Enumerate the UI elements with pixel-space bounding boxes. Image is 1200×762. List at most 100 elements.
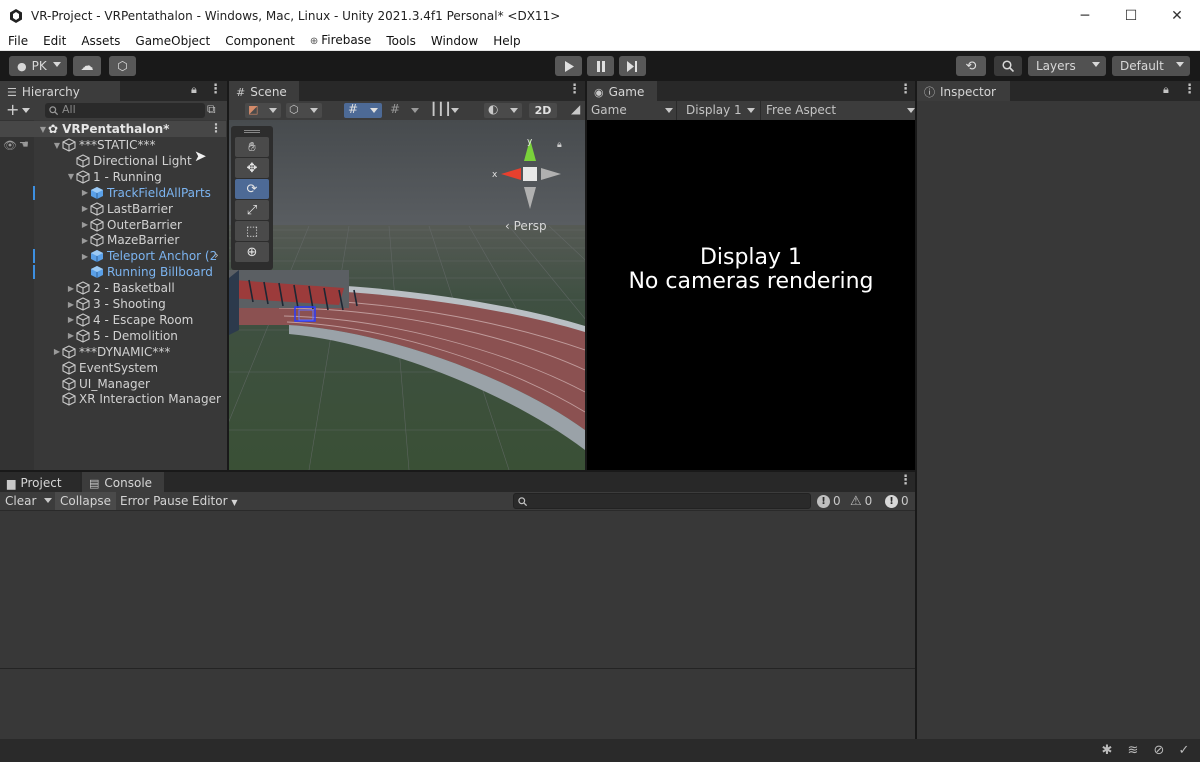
collapse-toggle[interactable]: Collapse xyxy=(55,492,116,510)
scene-menu-icon[interactable]: ⋮ xyxy=(210,121,222,135)
hierarchy-menu-icon[interactable]: ⋮ xyxy=(209,82,222,97)
fold-right-icon[interactable]: ▶ xyxy=(52,347,62,356)
auto-generate-lighting-icon[interactable]: ⊘ xyxy=(1151,743,1167,759)
prefab-open-arrow-icon[interactable]: › xyxy=(214,248,219,262)
error-pause-toggle[interactable]: Error Pause xyxy=(115,492,193,510)
layers-dropdown[interactable]: Layers xyxy=(1028,56,1106,76)
console-search-input[interactable] xyxy=(513,493,811,509)
pick-hand-icon[interactable]: ☚ xyxy=(19,138,29,151)
hierarchy-item[interactable]: ▶ OuterBarrier xyxy=(0,217,226,233)
display-dropdown[interactable]: Display 1 xyxy=(679,101,761,120)
console-menu-icon[interactable]: ⋮ xyxy=(899,473,912,488)
console-divider[interactable] xyxy=(0,668,915,669)
fold-down-icon[interactable]: ▼ xyxy=(38,125,48,134)
game-viewport[interactable]: Display 1 No cameras rendering xyxy=(587,120,915,470)
tab-inspector[interactable]: ⓘ Inspector xyxy=(917,81,1010,101)
hierarchy-item[interactable]: ▶ 4 - Escape Room xyxy=(0,312,226,328)
debug-bug-icon[interactable]: ✱ xyxy=(1099,743,1115,759)
hierarchy-item[interactable]: ▶ MazeBarrier xyxy=(0,232,226,248)
tab-game[interactable]: ◉ Game xyxy=(587,81,657,101)
menu-file[interactable]: File xyxy=(0,31,35,51)
menu-help[interactable]: Help xyxy=(485,31,527,51)
tab-hierarchy[interactable]: ☰ Hierarchy xyxy=(0,81,120,101)
add-dropdown-arrow-icon[interactable] xyxy=(22,108,30,113)
scene-row[interactable]: ▼ ✿ VRPentathalon* ⋮ xyxy=(0,121,226,137)
layout-dropdown[interactable]: Default xyxy=(1112,56,1190,76)
2d-mode-toggle[interactable]: 2D xyxy=(529,103,557,118)
fold-right-icon[interactable]: ▶ xyxy=(80,204,90,213)
fold-right-icon[interactable]: ▶ xyxy=(66,300,76,309)
add-icon[interactable]: + xyxy=(6,100,19,119)
pause-button[interactable] xyxy=(587,56,614,76)
fold-right-icon[interactable]: ▶ xyxy=(80,236,90,245)
search-button[interactable] xyxy=(994,56,1022,76)
cloud-button[interactable]: ☁ xyxy=(73,56,101,76)
hierarchy-item[interactable]: UI_Manager xyxy=(0,376,226,392)
menu-window[interactable]: Window xyxy=(423,31,485,51)
lock-icon[interactable]: 🔒︎ xyxy=(191,83,197,97)
hierarchy-item[interactable]: ▶ ***DYNAMIC*** xyxy=(0,344,226,360)
fold-right-icon[interactable]: ▶ xyxy=(80,220,90,229)
gizmo-lock-icon[interactable]: 🔒︎ xyxy=(557,140,562,150)
hand-tool-button[interactable]: ✋︎ xyxy=(235,137,269,157)
editor-dropdown[interactable]: Editor ▼ xyxy=(187,492,243,510)
tab-console[interactable]: ▤ Console xyxy=(82,472,164,492)
step-button[interactable] xyxy=(619,56,646,76)
audio-icon[interactable]: ◢ xyxy=(571,102,580,116)
cache-server-icon[interactable]: ≋ xyxy=(1125,743,1141,759)
collab-button[interactable]: ⬡ xyxy=(109,56,136,76)
log-counter[interactable]: ! 0 xyxy=(817,492,841,510)
hierarchy-item[interactable]: Directional Light xyxy=(0,153,226,169)
draw-mode-dropdown[interactable]: ◩ xyxy=(245,103,281,118)
scene-visibility-icon[interactable]: ⧉ xyxy=(207,102,216,117)
fold-down-icon[interactable]: ▼ xyxy=(52,141,62,150)
fold-right-icon[interactable]: ▶ xyxy=(66,315,76,324)
menu-tools[interactable]: Tools xyxy=(378,31,423,51)
menu-assets[interactable]: Assets xyxy=(73,31,127,51)
scale-tool-button[interactable]: ⤢ xyxy=(235,200,269,220)
aspect-dropdown[interactable]: Free Aspect xyxy=(763,101,915,120)
scene-viewport[interactable]: ✋︎ ✥ ⟳ ⤢ ⬚ ⊕ y x 🔒︎ ‹ Persp xyxy=(229,120,585,470)
scene-menu-icon[interactable]: ⋮ xyxy=(568,82,581,97)
hierarchy-item[interactable]: ▶ LastBarrier xyxy=(0,201,226,217)
clear-options-arrow-icon[interactable] xyxy=(44,498,52,503)
hierarchy-item[interactable]: ▶ 3 - Shooting xyxy=(0,296,226,312)
maximize-button[interactable]: ☐ xyxy=(1108,0,1154,31)
account-dropdown[interactable]: ● PK xyxy=(9,56,67,76)
hierarchy-item[interactable]: ▼ ***STATIC*** xyxy=(0,137,226,153)
menu-edit[interactable]: Edit xyxy=(35,31,73,51)
tab-scene[interactable]: # Scene xyxy=(229,81,299,101)
rotate-tool-button[interactable]: ⟳ xyxy=(235,179,269,199)
game-menu-icon[interactable]: ⋮ xyxy=(899,82,912,97)
hierarchy-item[interactable]: EventSystem xyxy=(0,360,226,376)
menu-gameobject[interactable]: GameObject xyxy=(127,31,217,51)
menu-firebase[interactable]: ⊕ Firebase xyxy=(302,30,378,52)
grid-snap-toggle[interactable]: # xyxy=(344,102,382,118)
hierarchy-item[interactable]: ▼ 1 - Running xyxy=(0,169,226,185)
eye-icon[interactable]: 👁︎ xyxy=(3,139,17,152)
lighting-dropdown[interactable]: ◐ xyxy=(484,102,522,118)
warning-counter[interactable]: ⚠ 0 xyxy=(850,492,872,510)
hierarchy-item[interactable]: ▶ 2 - Basketball xyxy=(0,280,226,296)
hierarchy-item[interactable]: XR Interaction Manager xyxy=(0,391,226,407)
progress-check-icon[interactable]: ✓ xyxy=(1176,743,1192,759)
game-view-mode-dropdown[interactable]: Game xyxy=(587,101,677,120)
inspector-menu-icon[interactable]: ⋮ xyxy=(1183,82,1196,97)
tab-project[interactable]: ▆ Project xyxy=(0,472,80,492)
lock-icon[interactable]: 🔒︎ xyxy=(1163,83,1169,97)
fold-right-icon[interactable]: ▶ xyxy=(66,331,76,340)
fold-right-icon[interactable]: ▶ xyxy=(80,252,90,261)
ruler-dropdown[interactable]: ┃┃┃ xyxy=(427,102,463,118)
render-mode-dropdown[interactable]: ⬡ xyxy=(286,103,322,118)
fold-right-icon[interactable]: ▶ xyxy=(80,188,90,197)
undo-history-button[interactable]: ⟲ xyxy=(956,56,986,76)
close-button[interactable]: ✕ xyxy=(1154,0,1200,31)
menu-component[interactable]: Component xyxy=(217,31,302,51)
fold-right-icon[interactable]: ▶ xyxy=(66,284,76,293)
clear-button[interactable]: Clear xyxy=(0,492,41,510)
minimize-button[interactable]: ─ xyxy=(1062,0,1108,31)
projection-toggle[interactable]: ‹ Persp xyxy=(505,219,547,233)
snap-increment-dropdown[interactable]: # xyxy=(387,102,423,118)
transform-tool-button[interactable]: ⊕ xyxy=(235,242,269,262)
hierarchy-search-input[interactable]: All xyxy=(45,103,205,118)
